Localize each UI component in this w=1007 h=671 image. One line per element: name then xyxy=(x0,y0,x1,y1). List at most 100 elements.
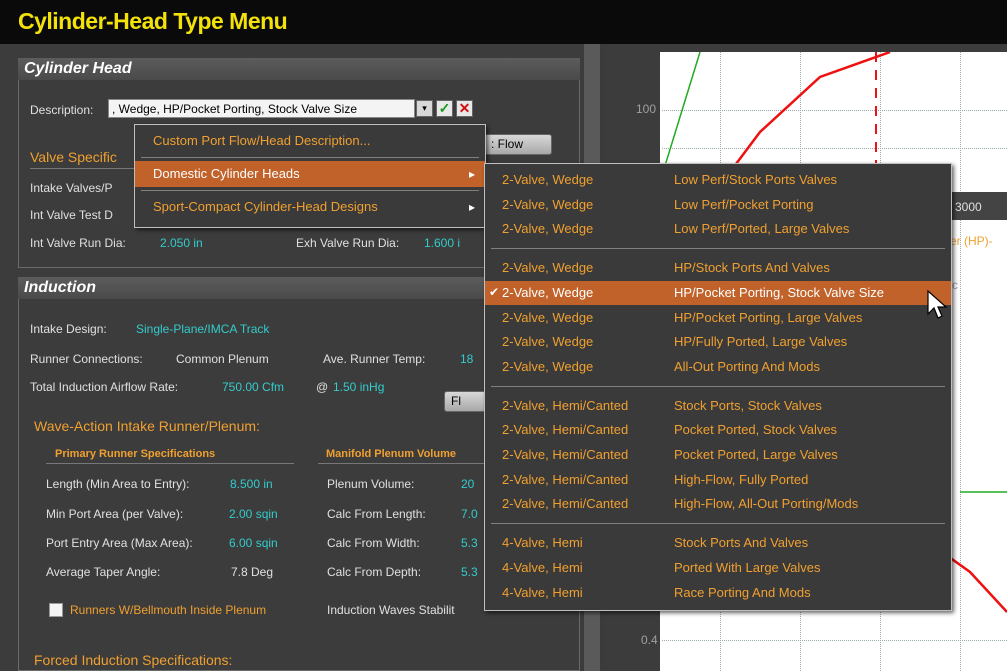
submenu-item-desc: Pocket Ported, Large Valves xyxy=(674,447,838,462)
cylinder-head-header: Cylinder Head xyxy=(18,58,580,80)
menu-separator xyxy=(141,190,479,191)
menu-item-label: Sport-Compact Cylinder-Head Designs xyxy=(153,199,378,214)
primary-runner-header: Primary Runner Specifications xyxy=(55,448,216,460)
domestic-heads-submenu: 2-Valve, Wedge Low Perf/Stock Ports Valve… xyxy=(484,163,952,611)
intake-design-value[interactable]: Single-Plane/IMCA Track xyxy=(136,322,269,336)
submenu-item-desc: Pocket Ported, Stock Valves xyxy=(674,422,838,438)
calc-length-value[interactable]: 7.0 xyxy=(461,507,478,521)
calc-length-label: Calc From Length: xyxy=(327,507,426,521)
context-menu: Custom Port Flow/Head Description... Dome… xyxy=(134,124,486,228)
submenu-item-desc: Race Porting And Mods xyxy=(674,584,811,600)
submenu-item[interactable]: 4-Valve, Hemi Race Porting And Mods xyxy=(485,581,951,605)
submenu-item-type: 4-Valve, Hemi xyxy=(502,584,583,600)
menu-item-2[interactable]: Sport-Compact Cylinder-Head Designs ▸ xyxy=(135,194,485,220)
submenu-item-desc: Low Perf/Ported, Large Valves xyxy=(674,221,850,237)
submenu-item[interactable]: 2-Valve, Hemi/Canted High-Flow, Fully Por… xyxy=(485,468,951,492)
ave-runner-temp-value[interactable]: 18 xyxy=(460,352,473,366)
submenu-item[interactable]: 2-Valve, Wedge HP/Pocket Porting, Large V… xyxy=(485,306,951,330)
intake-valves-label: Intake Valves/P xyxy=(30,181,113,195)
submenu-separator xyxy=(491,385,945,387)
submenu-item-type: 2-Valve, Wedge xyxy=(502,358,594,374)
submenu-item-type: 2-Valve, Hemi/Canted xyxy=(502,471,629,487)
exh-valve-run-value[interactable]: 1.600 i xyxy=(424,236,460,250)
runner-connections-value[interactable]: Common Plenum xyxy=(176,352,269,366)
submenu-item-desc: All-Out Porting And Mods xyxy=(674,358,820,374)
ave-runner-temp-label: Ave. Runner Temp: xyxy=(323,352,426,366)
menu-separator xyxy=(141,157,479,158)
submenu-item[interactable]: 2-Valve, Wedge All-Out Porting And Mods xyxy=(485,355,951,379)
menu-item-1[interactable]: Domestic Cylinder Heads ▸ xyxy=(135,161,485,187)
plenum-volume-value[interactable]: 20 xyxy=(461,477,474,491)
runner-connections-label: Runner Connections: xyxy=(30,352,143,366)
submenu-item[interactable]: 2-Valve, Wedge Low Perf/Ported, Large Val… xyxy=(485,217,951,241)
bellmouth-label: Runners W/Bellmouth Inside Plenum xyxy=(70,603,267,617)
primary-runner-divider xyxy=(46,463,294,464)
submenu-item-type: 2-Valve, Hemi/Canted xyxy=(502,422,629,438)
submenu-item-desc: Ported With Large Valves xyxy=(674,559,821,575)
port-entry-value[interactable]: 6.00 sqin xyxy=(229,536,278,550)
submenu-item-type: 2-Valve, Hemi/Canted xyxy=(502,397,629,413)
submenu-item-type: 4-Valve, Hemi xyxy=(502,535,583,551)
airflow-at-value[interactable]: 1.50 inHg xyxy=(333,380,384,394)
intake-design-label: Intake Design: xyxy=(30,322,107,336)
check-icon[interactable]: ✓ xyxy=(436,100,453,117)
submenu-item-desc: High-Flow, Fully Ported xyxy=(674,471,809,487)
submenu-item-type: 2-Valve, Wedge xyxy=(502,260,594,276)
int-valve-run-label: Int Valve Run Dia: xyxy=(30,236,126,250)
menu-item-label: Custom Port Flow/Head Description... xyxy=(153,133,371,148)
submenu-item[interactable]: 2-Valve, Hemi/Canted Stock Ports, Stock V… xyxy=(485,394,951,418)
int-valve-run-value[interactable]: 2.050 in xyxy=(160,236,203,250)
submenu-arrow-icon: ▸ xyxy=(468,200,475,214)
calc-width-label: Calc From Width: xyxy=(327,536,420,550)
x-axis-label-3000: 3000 xyxy=(955,200,982,214)
submenu-item[interactable]: 2-Valve, Wedge Low Perf/Pocket Porting xyxy=(485,193,951,217)
submenu-arrow-icon: ▸ xyxy=(468,167,475,181)
submenu-item-desc: HP/Pocket Porting, Large Valves xyxy=(674,309,863,325)
close-icon[interactable]: ✕ xyxy=(456,100,473,117)
submenu-item[interactable]: 2-Valve, Hemi/Canted Pocket Ported, Large… xyxy=(485,443,951,467)
length-value[interactable]: 8.500 in xyxy=(230,477,273,491)
mouse-pointer-icon xyxy=(927,290,948,319)
dropdown-arrow-icon[interactable]: ▾ xyxy=(416,100,433,117)
submenu-item-desc: Stock Ports And Valves xyxy=(674,535,809,551)
valve-spec-label: Valve Specific xyxy=(30,149,117,165)
submenu-item-desc: Stock Ports, Stock Valves xyxy=(674,397,822,413)
y-axis-label-100: 100 xyxy=(636,102,657,116)
submenu-item[interactable]: 2-Valve, Wedge Low Perf/Stock Ports Valve… xyxy=(485,168,951,192)
submenu-item[interactable]: ✔ 2-Valve, Wedge HP/Pocket Porting, Stock … xyxy=(485,280,951,305)
taper-value[interactable]: 7.8 Deg xyxy=(231,565,273,579)
submenu-separator xyxy=(491,248,945,250)
min-port-value[interactable]: 2.00 sqin xyxy=(229,507,278,521)
checkmark-icon: ✔ xyxy=(489,284,500,299)
submenu-item[interactable]: 4-Valve, Hemi Stock Ports And Valves xyxy=(485,531,951,555)
submenu-item[interactable]: 2-Valve, Wedge HP/Fully Ported, Large Val… xyxy=(485,330,951,354)
description-field[interactable]: , Wedge, HP/Pocket Porting, Stock Valve … xyxy=(108,99,415,118)
calc-width-value[interactable]: 5.3 xyxy=(461,536,478,550)
y-axis-label-0-4: 0.4 xyxy=(641,633,658,647)
flow-button[interactable]: : Flow xyxy=(484,134,552,155)
submenu-item-type: 2-Valve, Hemi/Canted xyxy=(502,447,629,462)
flow-button-2[interactable]: Fl xyxy=(444,391,486,412)
airflow-value[interactable]: 750.00 Cfm xyxy=(222,380,284,394)
submenu-item[interactable]: 2-Valve, Hemi/Canted Pocket Ported, Stock… xyxy=(485,418,951,442)
wave-action-label: Wave-Action Intake Runner/Plenum: xyxy=(34,418,260,434)
bellmouth-checkbox[interactable] xyxy=(49,603,63,617)
submenu-item[interactable]: 4-Valve, Hemi Ported With Large Valves xyxy=(485,556,951,580)
submenu-item-desc: Low Perf/Stock Ports Valves xyxy=(674,172,838,187)
submenu-item[interactable]: 2-Valve, Hemi/Canted High-Flow, All-Out P… xyxy=(485,492,951,516)
submenu-item-desc: HP/Stock Ports And Valves xyxy=(674,260,830,276)
forced-induction-label: Forced Induction Specifications: xyxy=(34,652,233,668)
submenu-item[interactable]: 2-Valve, Wedge HP/Stock Ports And Valves xyxy=(485,256,951,280)
int-valve-test-label: Int Valve Test D xyxy=(30,208,113,222)
submenu-item-type: 2-Valve, Wedge xyxy=(502,309,594,325)
submenu-item-desc: High-Flow, All-Out Porting/Mods xyxy=(674,496,859,512)
plenum-volume-label: Plenum Volume: xyxy=(327,477,415,491)
manifold-plenum-header: Manifold Plenum Volume xyxy=(326,448,456,460)
manifold-plenum-divider xyxy=(318,463,484,464)
calc-depth-value[interactable]: 5.3 xyxy=(461,565,478,579)
length-label: Length (Min Area to Entry): xyxy=(46,477,190,491)
taper-label: Average Taper Angle: xyxy=(46,565,161,579)
min-port-label: Min Port Area (per Valve): xyxy=(46,507,184,521)
valve-spec-divider xyxy=(30,168,140,169)
menu-item-0[interactable]: Custom Port Flow/Head Description... xyxy=(135,128,485,154)
